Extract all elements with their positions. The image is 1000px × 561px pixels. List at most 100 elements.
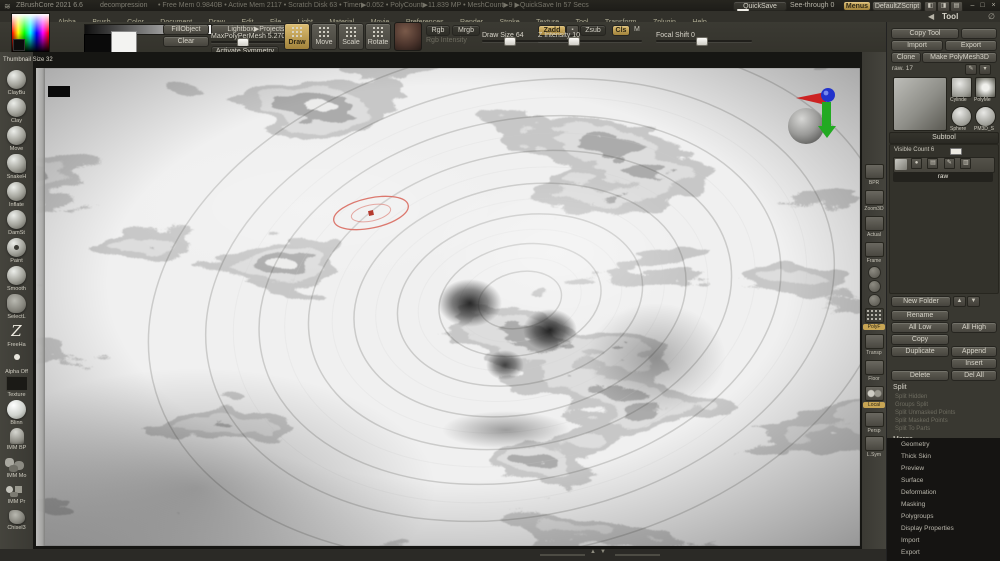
brush-imm-modeler[interactable]: IMM Mo — [0, 456, 33, 479]
brush-snakehook[interactable]: SnakeH — [0, 154, 33, 180]
section-export[interactable]: Export — [901, 549, 920, 556]
insert-button[interactable]: Insert — [951, 358, 997, 369]
subtool-row[interactable]: ● ▤ ✎ ▥ — [893, 157, 995, 173]
section-import[interactable]: Import — [901, 537, 919, 544]
recent-tool-sphere[interactable] — [951, 106, 972, 127]
brush-select-lasso[interactable]: SelectL — [0, 294, 33, 320]
trash-icon[interactable]: ▾ — [979, 64, 991, 75]
rotate-mode-button[interactable]: Rotate — [365, 23, 391, 50]
mrgb-button[interactable]: Mrgb — [452, 25, 480, 36]
see-through-slider[interactable]: See-through 0 — [790, 0, 834, 11]
recent-tool-polymesh-star[interactable] — [975, 77, 996, 98]
section-display-properties[interactable]: Display Properties — [901, 525, 954, 532]
del-all-button[interactable]: Del All — [951, 370, 997, 381]
actual-size-button[interactable]: Actual — [862, 216, 886, 238]
clear-button[interactable]: Clear — [163, 36, 209, 47]
menus-button[interactable]: Menus — [843, 1, 871, 11]
rgb-button[interactable]: Rgb — [426, 25, 450, 36]
clone-button[interactable]: Clone — [891, 52, 921, 63]
new-folder-button[interactable]: New Folder — [891, 296, 951, 307]
bpr-button[interactable]: BPR — [862, 164, 886, 186]
section-thick-skin[interactable]: Thick Skin — [901, 453, 931, 460]
sculpt-canvas[interactable] — [36, 68, 860, 546]
texture-slot[interactable]: Texture — [0, 376, 33, 398]
subtool-section-header[interactable]: Subtool — [889, 132, 999, 144]
export-button[interactable]: Export — [945, 40, 997, 51]
polypaint-icon[interactable]: ▤ — [927, 158, 938, 169]
polyframe-button[interactable]: PolyF — [862, 308, 886, 330]
all-high-button[interactable]: All High — [951, 322, 997, 333]
focal-shift-slider[interactable]: Focal Shift 0 — [656, 32, 752, 39]
brush-imm-bparts[interactable]: IMM BP — [0, 428, 33, 451]
stroke-freehand[interactable]: ZFreeHa — [0, 322, 33, 348]
transparency-button[interactable]: Transp — [862, 334, 886, 356]
floor-button[interactable]: Floor — [862, 360, 886, 382]
subtool-down-icon[interactable]: ▼ — [967, 296, 980, 307]
main-color-swatch[interactable] — [84, 34, 112, 53]
append-button[interactable]: Append — [951, 346, 997, 357]
lsym-button[interactable]: L.Sym — [862, 436, 886, 458]
delete-button[interactable]: Delete — [891, 370, 949, 381]
fillobject-button[interactable]: FillObject — [163, 24, 209, 35]
section-geometry[interactable]: Geometry — [901, 441, 930, 448]
secondary-color-swatch[interactable] — [111, 31, 137, 53]
import-button[interactable]: Import — [891, 40, 943, 51]
zoom-out-button[interactable] — [862, 266, 886, 279]
active-tool-thumbnail[interactable] — [893, 77, 947, 131]
panel-back-icon[interactable]: ◀ — [928, 11, 934, 22]
zoom3d-button[interactable]: Zoom3D — [862, 190, 886, 212]
make-polymesh3d-button[interactable]: Make PolyMesh3D — [922, 52, 997, 63]
subtool-up-icon[interactable]: ▲ — [953, 296, 966, 307]
all-low-button[interactable]: All Low — [891, 322, 949, 333]
current-color-swatch[interactable] — [13, 39, 25, 51]
section-preview[interactable]: Preview — [901, 465, 924, 472]
visible-count-handle[interactable] — [950, 148, 962, 155]
brush-damstandard[interactable]: DamSt — [0, 210, 33, 236]
brush-paint[interactable]: Paint — [0, 238, 33, 264]
uv-icon[interactable]: ▥ — [960, 158, 971, 169]
brush-imm-primitives[interactable]: IMM Pr — [0, 484, 33, 505]
frame-button[interactable]: Frame — [862, 242, 886, 264]
move-mode-button[interactable]: Move — [311, 23, 337, 50]
zoom-in-button[interactable] — [862, 280, 886, 293]
split-section-header[interactable]: Split — [893, 384, 907, 391]
tray-divider[interactable]: ▲ ▼ — [540, 551, 660, 559]
section-deformation[interactable]: Deformation — [901, 489, 936, 496]
material-thumbnail[interactable] — [394, 22, 422, 51]
default-zscript-button[interactable]: DefaultZScript — [872, 1, 922, 11]
minimize-button[interactable]: – — [968, 1, 977, 10]
sculpt-icon[interactable]: ✎ — [944, 158, 955, 169]
local-button[interactable]: Local — [862, 386, 886, 408]
section-polygroups[interactable]: Polygroups — [901, 513, 934, 520]
close-button[interactable]: × — [989, 1, 998, 10]
draw-mode-button[interactable]: Draw — [284, 23, 310, 50]
alpha-slot[interactable]: Alpha Off — [0, 350, 33, 375]
duplicate-button[interactable]: Duplicate — [891, 346, 949, 357]
scale-mode-button[interactable]: Scale — [338, 23, 364, 50]
rename-button[interactable]: Rename — [891, 310, 949, 321]
visible-count-slider[interactable]: Visible Count 6 — [894, 147, 934, 153]
eye-icon[interactable]: ● — [911, 158, 922, 169]
brush-inflate[interactable]: Inflate — [0, 182, 33, 208]
section-surface[interactable]: Surface — [901, 477, 923, 484]
recent-tool-pm3d-sphere[interactable] — [975, 106, 996, 127]
material-slot[interactable]: Blinn — [0, 400, 33, 426]
brush-claybuildup[interactable]: ClayBu — [0, 70, 33, 96]
subtool-name[interactable]: raw — [893, 172, 993, 182]
section-masking[interactable]: Masking — [901, 501, 925, 508]
copy-tool-button[interactable]: Copy Tool — [891, 28, 959, 39]
brush-chisel3d[interactable]: Chisel3 — [0, 510, 33, 531]
brush-clay[interactable]: Clay — [0, 98, 33, 124]
brush-move[interactable]: Move — [0, 126, 33, 152]
paste-tool-button[interactable] — [961, 28, 997, 39]
copy-subtool-button[interactable]: Copy — [891, 334, 949, 345]
brush-smooth[interactable]: Smooth — [0, 266, 33, 292]
persp-button[interactable]: Persp — [862, 412, 886, 434]
split-unmasked-button: Split Unmasked Points — [895, 410, 955, 416]
z-intensity-slider[interactable]: Z Intensity 10 — [538, 32, 642, 39]
panel-circle-icon[interactable]: ∅ — [988, 11, 995, 22]
recent-tool-cylinder[interactable] — [951, 77, 972, 98]
restore-button[interactable]: □ — [978, 1, 987, 10]
brush-slot-icon[interactable]: ✎ — [965, 64, 977, 75]
spin-view-button[interactable] — [862, 294, 886, 307]
